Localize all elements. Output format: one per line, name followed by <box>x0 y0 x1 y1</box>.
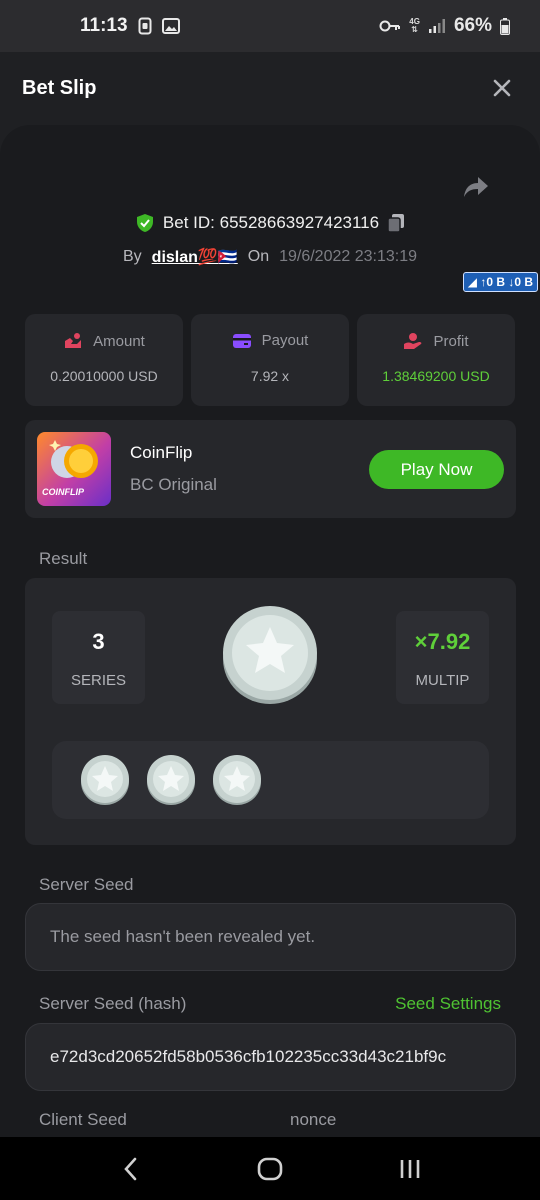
back-button[interactable] <box>110 1149 150 1189</box>
header: Bet Slip <box>0 52 540 124</box>
back-icon <box>124 1157 137 1180</box>
nonce-label: nonce <box>290 1110 337 1129</box>
server-seed-hash-field[interactable]: e72d3cd20652fd58b0536cfb102235cc33d43c21… <box>25 1023 516 1091</box>
coin-star-icon <box>213 755 261 805</box>
game-card: COINFLIP CoinFlip BC Original Play Now <box>25 420 516 518</box>
close-button[interactable] <box>490 76 514 100</box>
bet-slip-screen: Bet Slip Bet ID: 65528663927423116 By di… <box>0 52 540 1137</box>
stat-value-amount: 0.20010000 USD <box>50 368 158 384</box>
amount-icon <box>65 333 82 348</box>
status-time: 11:13 <box>80 15 128 36</box>
stat-value-profit: 1.38469200 USD <box>382 368 490 384</box>
status-right: 4G ⇅ 66% <box>379 15 510 37</box>
on-label: On <box>247 248 270 265</box>
recents-button[interactable] <box>390 1149 430 1189</box>
server-seed-hash-label: Server Seed (hash) <box>39 994 187 1013</box>
signal-icon <box>428 19 445 33</box>
result-label: Result <box>39 549 88 568</box>
share-icon <box>464 177 488 197</box>
page-title: Bet Slip <box>22 76 97 99</box>
result-coin-icon <box>223 606 317 704</box>
system-nav-bar <box>0 1137 540 1200</box>
battery-icon <box>500 17 510 35</box>
vpn-key-icon <box>379 20 401 32</box>
series-card: 3 SERIES <box>52 611 145 704</box>
result-card: 3 SERIES ×7.92 MULTIP <box>25 578 516 845</box>
home-button[interactable] <box>250 1149 290 1189</box>
series-label: SERIES <box>70 672 127 689</box>
recents-icon <box>400 1159 420 1178</box>
play-now-button[interactable]: Play Now <box>369 450 504 489</box>
multiplier-value: ×7.92 <box>414 629 471 654</box>
status-left: 11:13 <box>80 15 180 37</box>
sim-icon <box>138 17 152 35</box>
network-type: 4G ⇅ <box>409 17 420 34</box>
coin-history-row <box>52 741 489 819</box>
stat-value-payout: 7.92 x <box>250 368 290 384</box>
coin-star-icon <box>147 755 195 805</box>
stat-card-amount: Amount 0.20010000 USD <box>25 314 183 406</box>
copy-icon[interactable] <box>387 213 405 233</box>
profit-hand-icon <box>404 333 422 349</box>
share-button[interactable] <box>462 175 490 203</box>
client-seed-label: Client Seed <box>39 1110 127 1129</box>
bet-author-row: By dislan💯🇨🇺 On 19/6/2022 23:13:19 <box>0 247 540 267</box>
home-icon <box>257 1157 283 1180</box>
close-icon <box>493 79 511 97</box>
stat-card-profit: Profit 1.38469200 USD <box>357 314 515 406</box>
multiplier-label: MULTIP <box>415 672 470 689</box>
server-seed-field: The seed hasn't been revealed yet. <box>25 903 516 971</box>
bet-id: Bet ID: 65528663927423116 <box>162 213 380 232</box>
image-notification-icon <box>161 18 180 34</box>
username-link[interactable]: dislan💯🇨🇺 <box>152 247 238 267</box>
server-seed-label: Server Seed <box>39 875 134 894</box>
multiplier-card: ×7.92 MULTIP <box>396 611 489 704</box>
stat-card-payout: Payout 7.92 x <box>191 314 349 406</box>
seed-settings-link[interactable]: Seed Settings <box>395 994 501 1014</box>
stat-label-payout: Payout <box>261 332 309 349</box>
verified-shield-icon <box>136 214 153 232</box>
bet-details-sheet: Bet ID: 65528663927423116 By dislan💯🇨🇺 O… <box>0 125 540 1137</box>
battery-percent: 66% <box>453 15 492 36</box>
game-subtitle: BC Original <box>130 475 217 494</box>
series-value: 3 <box>92 629 105 654</box>
game-thumbnail: COINFLIP <box>37 432 111 506</box>
wallet-icon <box>232 333 251 348</box>
bet-id-row: Bet ID: 65528663927423116 <box>0 213 540 233</box>
bet-date: 19/6/2022 23:13:19 <box>279 248 417 265</box>
game-thumbnail-text: COINFLIP <box>42 487 84 497</box>
stat-label-amount: Amount <box>93 332 145 350</box>
status-bar: 11:13 4G ⇅ 66% <box>0 0 540 52</box>
data-arrows-icon: ⇅ <box>411 25 418 34</box>
by-label: By <box>123 248 142 265</box>
stat-label-profit: Profit <box>433 332 469 350</box>
coin-star-icon <box>81 755 129 805</box>
game-name: CoinFlip <box>130 443 193 462</box>
network-speed-badge: ◢ ↑0 B ↓0 B <box>462 272 538 292</box>
